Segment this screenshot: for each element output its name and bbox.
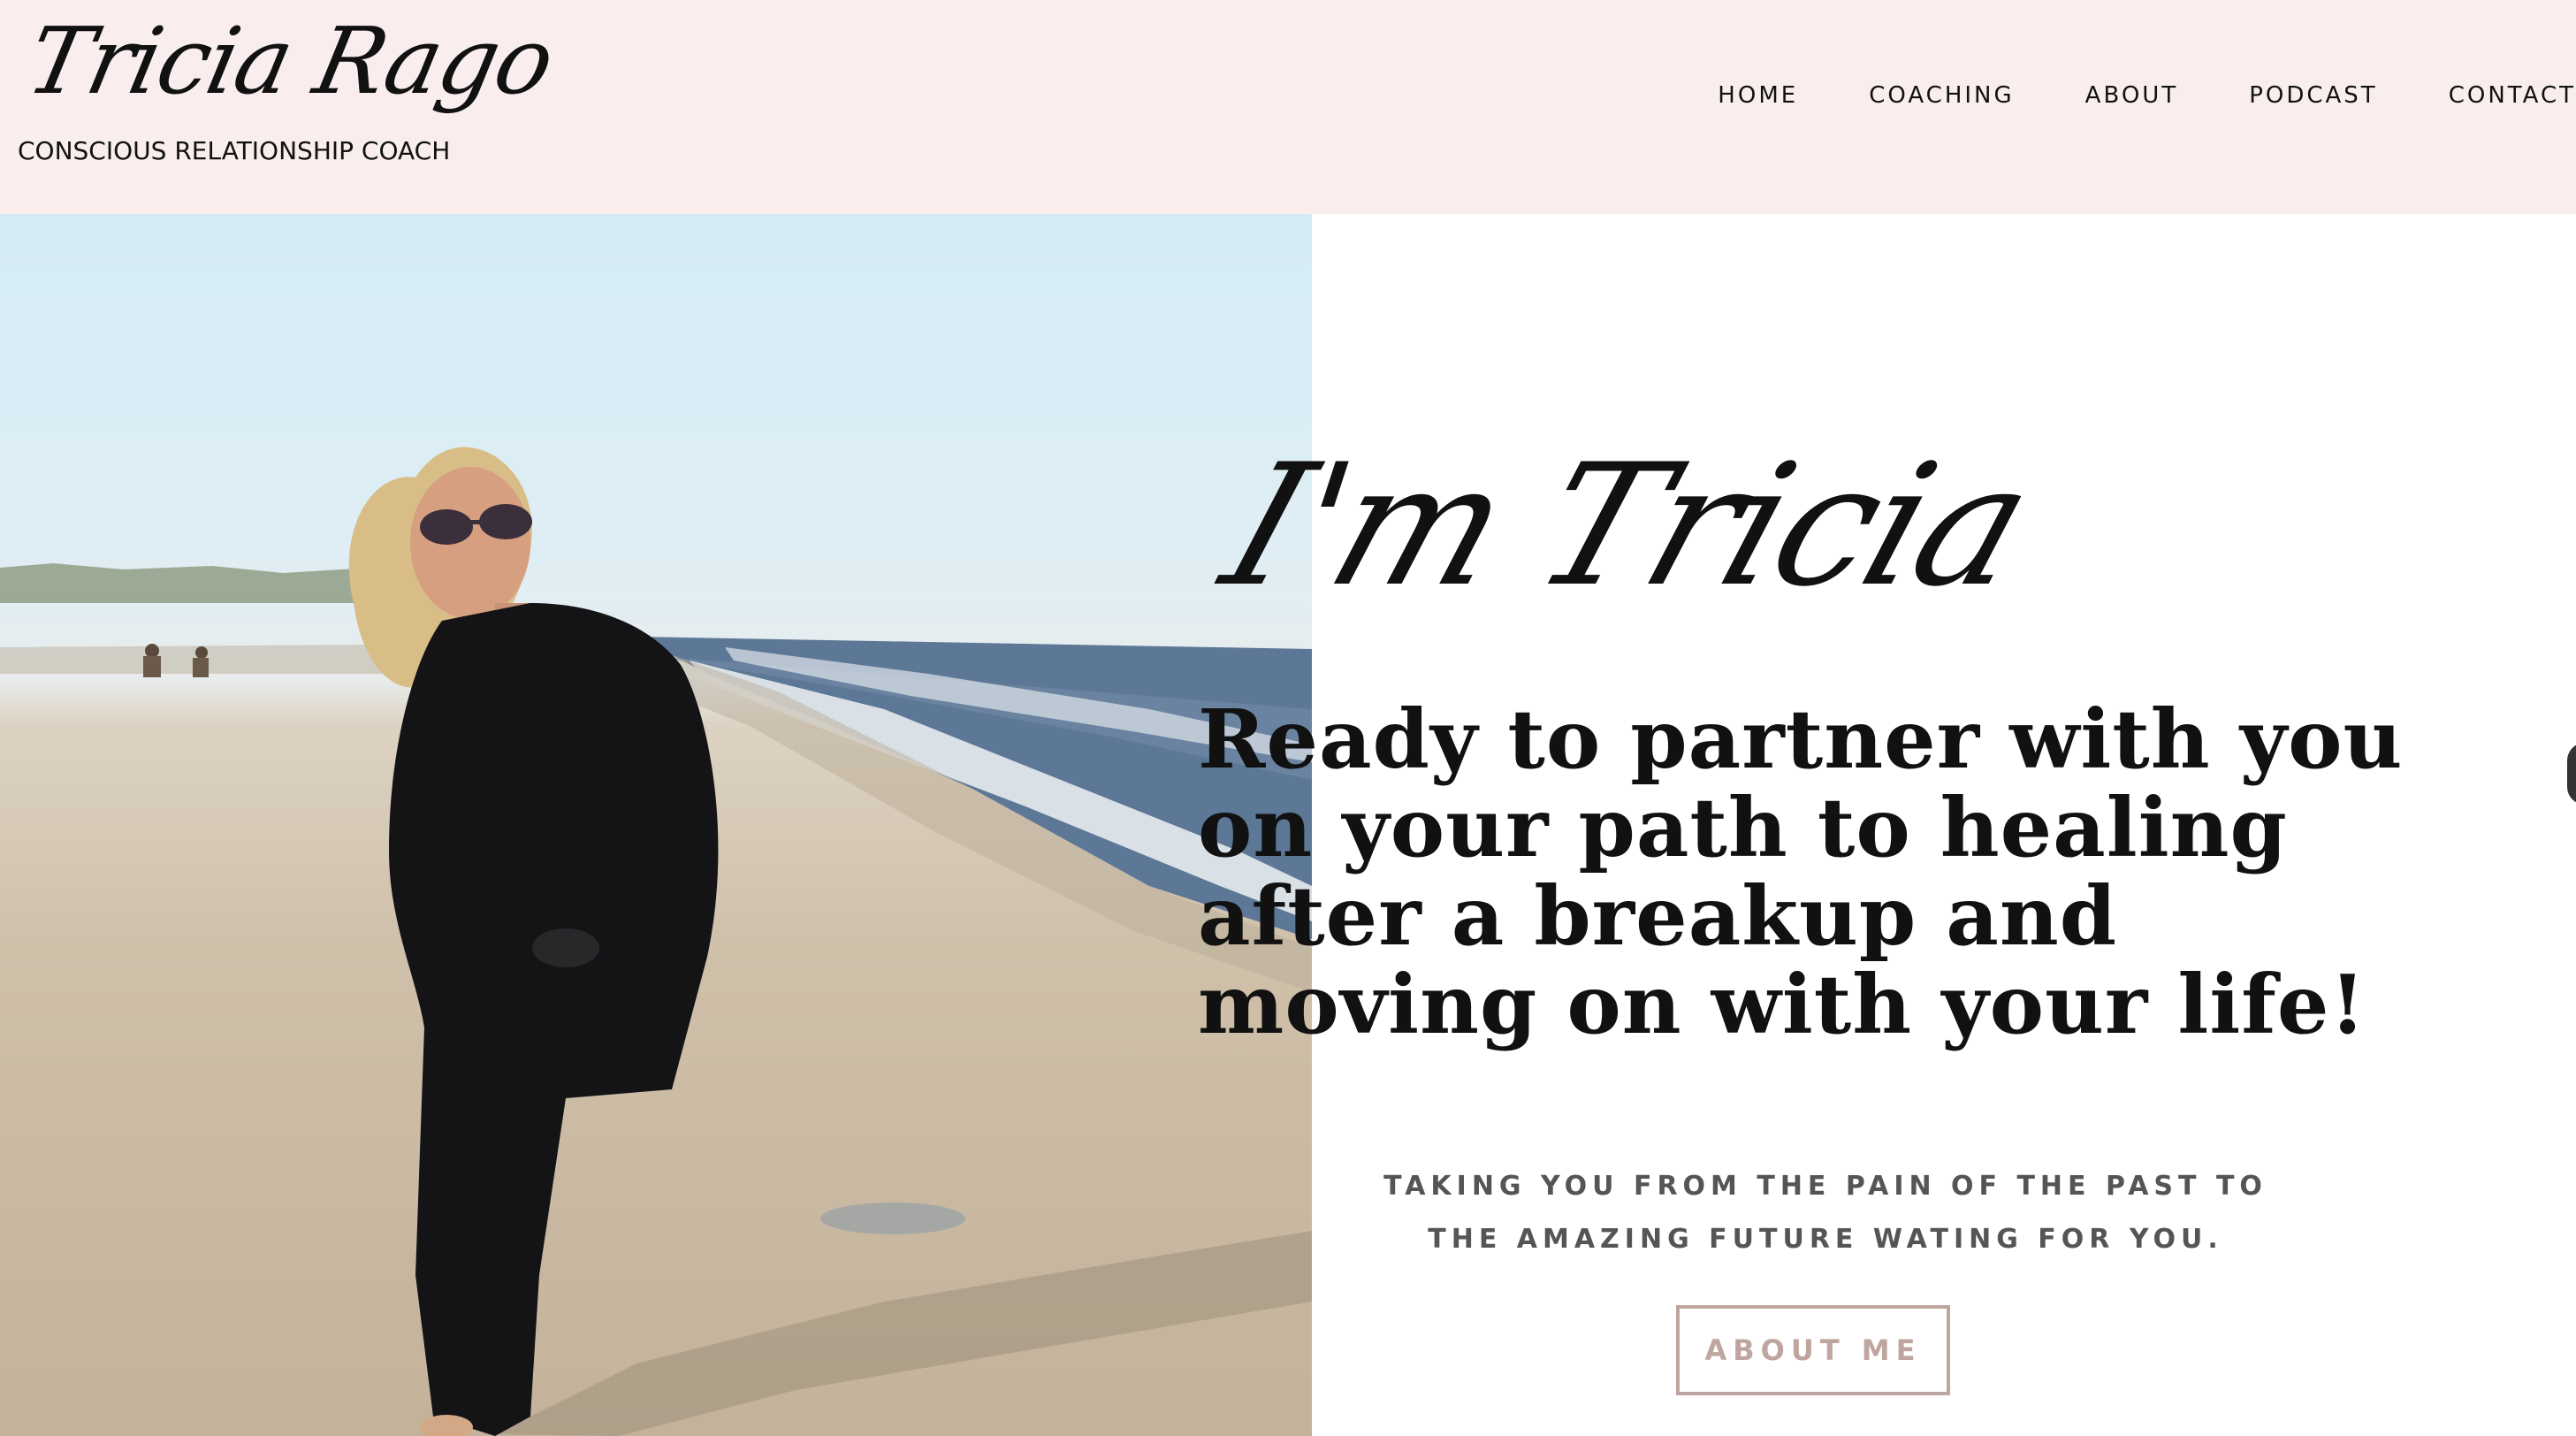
hero-headline: Ready to partner with you on your path t…: [1198, 691, 2404, 1052]
headline-line: after a breakup and: [1198, 868, 2118, 964]
floating-widget-edge[interactable]: [2567, 743, 2576, 805]
logo-tagline[interactable]: CONSCIOUS RELATIONSHIP COACH: [18, 136, 450, 165]
nav-contact[interactable]: CONTACT: [2449, 78, 2576, 113]
main-nav: HOME COACHING ABOUT PODCAST CONTACT: [1647, 78, 2576, 113]
headline-line: Ready to partner with you: [1198, 691, 2404, 787]
subheading-line: TAKING YOU FROM THE PAIN OF THE PAST TO: [1383, 1171, 2267, 1202]
hero-subheading: TAKING YOU FROM THE PAIN OF THE PAST TO …: [1379, 1160, 2272, 1266]
nav-home[interactable]: HOME: [1718, 78, 1798, 113]
logo-script[interactable]: Tricia Rago: [18, 4, 562, 118]
about-me-button[interactable]: ABOUT ME: [1676, 1305, 1950, 1395]
site-header: Tricia Rago CONSCIOUS RELATIONSHIP COACH…: [0, 0, 2576, 214]
nav-coaching[interactable]: COACHING: [1869, 78, 2014, 113]
hero-script-title: I'm Tricia: [1203, 428, 2052, 623]
hero-photo: [0, 214, 1312, 1436]
nav-podcast[interactable]: PODCAST: [2249, 78, 2378, 113]
beach-photo-illustration: [0, 447, 1312, 1436]
headline-line: moving on with your life!: [1198, 957, 2366, 1052]
headline-line: on your path to healing: [1198, 780, 2288, 875]
nav-about[interactable]: ABOUT: [2085, 78, 2179, 113]
subheading-line: THE AMAZING FUTURE WATING FOR YOU.: [1428, 1224, 2223, 1255]
